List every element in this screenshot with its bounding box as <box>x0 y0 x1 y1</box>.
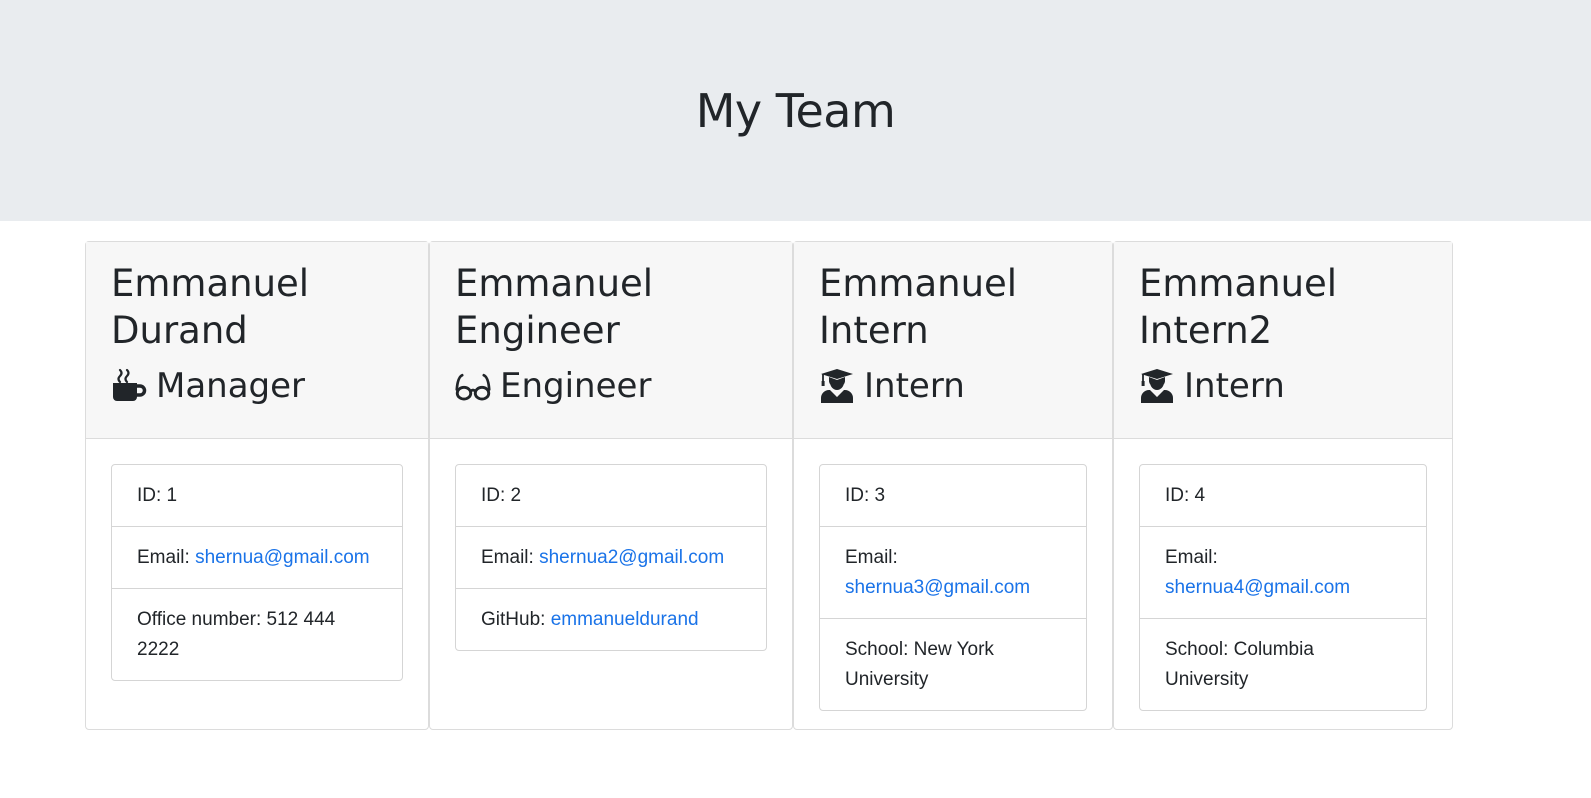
email-link[interactable]: shernua2@gmail.com <box>539 547 724 568</box>
role-label: Manager <box>156 366 306 406</box>
github-label: GitHub: <box>481 609 546 630</box>
employee-email: Email: shernua3@gmail.com <box>820 526 1086 618</box>
employee-role: Engineer <box>455 366 792 406</box>
employee-id: ID: 3 <box>845 485 886 506</box>
employee-last-name: Durand <box>111 309 248 352</box>
employee-card-engineer: Emmanuel Engineer Engineer ID: 2 Email: … <box>429 241 793 730</box>
office-number: Office number: 512 444 2222 <box>112 588 402 680</box>
employee-name: Emmanuel Intern <box>819 260 1112 354</box>
employee-role: Intern <box>1139 366 1452 406</box>
github: GitHub: emmanueldurand <box>456 588 766 650</box>
github-link[interactable]: emmanueldurand <box>551 609 699 630</box>
employee-role: Intern <box>819 366 1112 406</box>
employee-email: Email: shernua@gmail.com <box>112 526 402 588</box>
employee-last-name: Intern <box>819 309 929 352</box>
employee-last-name: Engineer <box>455 309 620 352</box>
employee-id: ID: 4 <box>1165 485 1206 506</box>
glasses-icon <box>455 368 491 404</box>
card-header: Emmanuel Intern Intern <box>794 242 1112 439</box>
school: School: New York University <box>820 618 1086 710</box>
email-label: Email: <box>481 547 534 568</box>
role-label: Intern <box>1184 366 1285 406</box>
email-label: Email: <box>137 547 190 568</box>
page-header: My Team <box>0 0 1591 221</box>
graduate-icon <box>1139 368 1175 404</box>
card-body: ID: 1 Email: shernua@gmail.com Office nu… <box>86 439 428 681</box>
graduate-icon <box>819 368 855 404</box>
employee-email: Email: shernua2@gmail.com <box>456 526 766 588</box>
employee-last-name: Intern2 <box>1139 309 1273 352</box>
employee-card-manager: Emmanuel Durand Manager ID: 1 Email: she… <box>85 241 429 730</box>
employee-email: Email: shernua4@gmail.com <box>1140 526 1426 618</box>
employee-role: Manager <box>111 366 428 406</box>
email-link[interactable]: shernua@gmail.com <box>195 547 370 568</box>
email-link[interactable]: shernua3@gmail.com <box>845 577 1030 598</box>
card-body: ID: 2 Email: shernua2@gmail.com GitHub: … <box>430 439 792 651</box>
card-body: ID: 3 Email: shernua3@gmail.com School: … <box>794 439 1112 711</box>
email-label: Email: <box>845 547 898 568</box>
employee-id: ID: 2 <box>481 485 522 506</box>
employee-details: ID: 4 Email: shernua4@gmail.com School: … <box>1139 464 1427 711</box>
employee-details: ID: 1 Email: shernua@gmail.com Office nu… <box>111 464 403 681</box>
employee-first-name: Emmanuel <box>1139 262 1338 305</box>
email-link[interactable]: shernua4@gmail.com <box>1165 577 1350 598</box>
card-header: Emmanuel Durand Manager <box>86 242 428 439</box>
employee-details: ID: 2 Email: shernua2@gmail.com GitHub: … <box>455 464 767 651</box>
coffee-icon <box>111 368 147 404</box>
page-title: My Team <box>695 83 896 138</box>
card-header: Emmanuel Engineer Engineer <box>430 242 792 439</box>
employee-first-name: Emmanuel <box>819 262 1018 305</box>
role-label: Intern <box>864 366 965 406</box>
email-label: Email: <box>1165 547 1218 568</box>
employee-card-intern: Emmanuel Intern Intern ID: 3 Email: sher… <box>793 241 1113 730</box>
employee-name: Emmanuel Intern2 <box>1139 260 1452 354</box>
employee-first-name: Emmanuel <box>111 262 310 305</box>
employee-id: ID: 1 <box>137 485 178 506</box>
employee-name: Emmanuel Durand <box>111 260 428 354</box>
school: School: Columbia University <box>1140 618 1426 710</box>
employee-name: Emmanuel Engineer <box>455 260 792 354</box>
employee-details: ID: 3 Email: shernua3@gmail.com School: … <box>819 464 1087 711</box>
employee-first-name: Emmanuel <box>455 262 654 305</box>
employee-card-intern2: Emmanuel Intern2 Intern ID: 4 Email: she… <box>1113 241 1453 730</box>
card-body: ID: 4 Email: shernua4@gmail.com School: … <box>1114 439 1452 711</box>
card-header: Emmanuel Intern2 Intern <box>1114 242 1452 439</box>
role-label: Engineer <box>500 366 652 406</box>
